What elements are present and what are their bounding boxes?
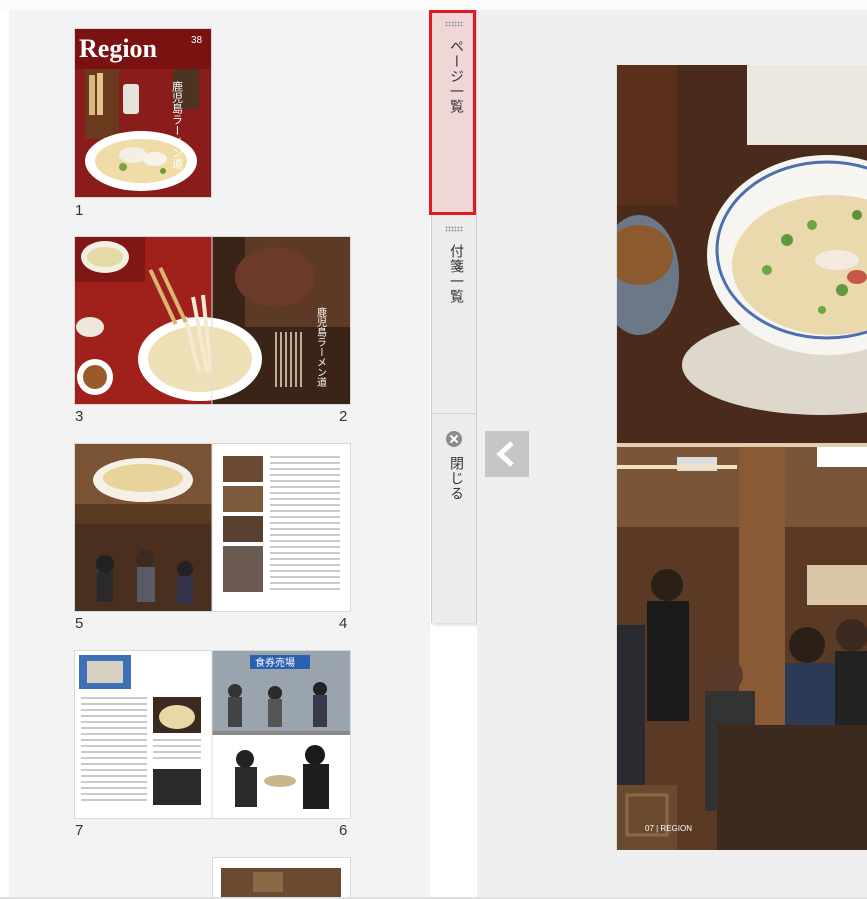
thumbnail-page-partial[interactable] <box>213 858 350 897</box>
thumbnail-spread-3-2[interactable]: 鹿児島ラーメン道 <box>75 237 350 404</box>
thumbnail-page-1[interactable]: Region 38 鹿児島ラーメン道 <box>75 29 211 197</box>
collapse-panel-button[interactable] <box>485 431 529 477</box>
chevron-left-icon <box>496 441 514 467</box>
tab-bookmarks-list[interactable]: 付箋一覧 <box>432 218 476 414</box>
spread-image: 食券売場 <box>75 651 350 818</box>
spread-image: 鹿児島ラーメン道 <box>75 237 350 404</box>
spread-title: 鹿児島ラーメン道 <box>315 306 327 387</box>
grip-handle <box>445 226 463 232</box>
page-number-1: 1 <box>75 202 84 219</box>
page-footer: 07 | REGION <box>645 824 692 833</box>
page-number-5: 5 <box>75 615 84 632</box>
page6-sign: 食券売場 <box>255 656 295 669</box>
thumbnail-spread-5-4[interactable] <box>75 444 350 611</box>
page-photo: 07 | REGION <box>617 65 867 850</box>
page-viewer[interactable]: 07 | REGION <box>477 10 867 897</box>
cover-logo: Region <box>79 34 158 63</box>
partial-image <box>213 858 350 897</box>
close-label: 閉じる <box>448 456 464 501</box>
cover-image: Region 38 鹿児島ラーメン道 <box>75 29 211 197</box>
page-number-7: 7 <box>75 822 84 839</box>
side-tab-bar: ページ一覧 付箋一覧 閉じる <box>429 10 477 623</box>
tab-pages-list[interactable]: ページ一覧 <box>429 10 476 215</box>
thumbnail-spread-7-6[interactable]: 食券売場 <box>75 651 350 818</box>
cover-issue-number: 38 <box>191 35 203 46</box>
page-number-4: 4 <box>339 615 348 632</box>
close-icon <box>446 431 462 447</box>
close-button[interactable]: 閉じる <box>432 420 476 620</box>
page-number-6: 6 <box>339 822 348 839</box>
page-thumbnail-panel[interactable]: Region 38 鹿児島ラーメン道 1 鹿児島ラーメン道 3 2 5 4 食券… <box>9 10 430 897</box>
page-number-2: 2 <box>339 408 348 425</box>
cover-title: 鹿児島ラーメン道 <box>171 80 184 169</box>
top-strip <box>0 0 867 10</box>
page-number-3: 3 <box>75 408 84 425</box>
tab-pages-list-label: ページ一覧 <box>448 39 464 114</box>
tab-bookmarks-list-label: 付箋一覧 <box>448 244 464 304</box>
page-spread-image[interactable]: 07 | REGION <box>617 65 867 850</box>
spread-image <box>75 444 350 611</box>
grip-handle <box>445 21 463 27</box>
